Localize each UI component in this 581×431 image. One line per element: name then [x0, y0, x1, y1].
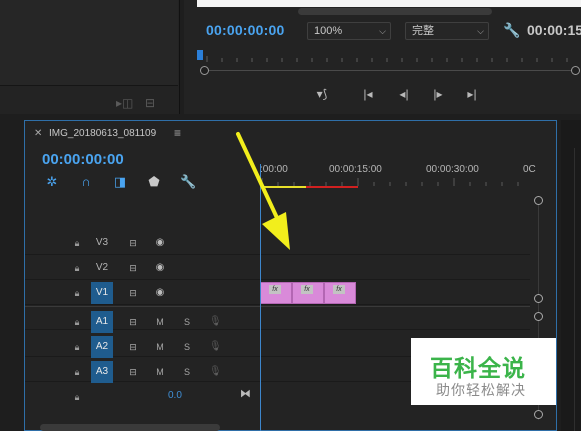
timeline-horizontal-scrollbar[interactable]	[40, 424, 220, 431]
program-video-preview	[197, 0, 581, 7]
sequence-duration: 00:00:15	[527, 22, 581, 38]
fx-badge: fx	[333, 285, 345, 294]
video-clip[interactable]: fx	[292, 282, 324, 304]
watermark-subtitle: 助你轻松解决	[436, 382, 526, 398]
film-icon[interactable]: ⊟	[126, 317, 140, 327]
expand-tracks-icon[interactable]: ⧓	[240, 387, 251, 400]
track-target-a3[interactable]: A3	[91, 361, 113, 383]
lock-icon[interactable]: 🔒︎	[72, 263, 82, 273]
chevron-down-icon: ⌵	[379, 26, 386, 36]
watermark-title: 百科全说	[430, 355, 526, 381]
eye-icon[interactable]: ◉	[154, 288, 166, 298]
step-forward-icon[interactable]: |▸	[429, 86, 447, 102]
panel-menu-icon[interactable]: ≡	[174, 126, 181, 140]
track-target-a2[interactable]: A2	[91, 336, 113, 358]
master-volume-value[interactable]: 0.0	[168, 390, 182, 401]
monitor-zoom-right-handle[interactable]	[571, 66, 580, 75]
monitor-zoom-scrollbar[interactable]	[298, 8, 492, 15]
solo-a1-button[interactable]: S	[182, 317, 192, 327]
monitor-time-ruler[interactable]	[197, 48, 581, 66]
zoom-select[interactable]: 100% ⌵	[307, 22, 391, 40]
track-target-v3[interactable]: V3	[91, 232, 113, 254]
lock-icon[interactable]: 🔒︎	[72, 317, 82, 327]
project-panel-content	[0, 0, 178, 86]
link-icon[interactable]: ◨	[112, 174, 128, 190]
film-icon[interactable]: ⊟	[126, 342, 140, 352]
zoom-select-value: 100%	[314, 25, 343, 37]
video-clip[interactable]: fx	[260, 282, 292, 304]
timeline-settings-wrench-icon[interactable]: 🔧	[180, 174, 196, 190]
track-target-v1[interactable]: V1	[91, 282, 113, 304]
lock-icon[interactable]: 🔒︎	[72, 342, 82, 352]
film-icon[interactable]: ⊟	[126, 263, 140, 273]
fx-badge: fx	[269, 285, 281, 294]
new-item-icon[interactable]: ⊟	[142, 96, 158, 110]
microphone-icon[interactable]: 🎙︎	[209, 341, 222, 353]
mute-a2-button[interactable]: M	[155, 342, 165, 352]
ruler-label-15: 00:00:15:00	[329, 164, 382, 175]
video-clip[interactable]: fx	[324, 282, 356, 304]
close-sequence-tab-icon[interactable]: ✕	[34, 128, 42, 139]
lock-icon[interactable]: 🔒︎	[72, 288, 82, 298]
timeline-ruler-ticks[interactable]	[261, 176, 531, 186]
monitor-zoom-track	[204, 70, 576, 71]
eye-icon[interactable]: ◉	[154, 238, 166, 248]
program-timecode[interactable]: 00:00:00:00	[206, 22, 284, 38]
solo-a2-button[interactable]: S	[182, 342, 192, 352]
monitor-playhead[interactable]	[197, 50, 203, 60]
monitor-settings-wrench-icon[interactable]: 🔧	[503, 22, 520, 39]
microphone-icon[interactable]: 🎙︎	[209, 366, 222, 378]
go-to-in-point-icon[interactable]: |◂	[359, 86, 377, 102]
chevron-down-icon: ⌵	[477, 26, 484, 36]
add-marker-icon[interactable]: ▾⟆	[313, 86, 331, 102]
work-area-bar[interactable]	[306, 186, 358, 188]
right-panel-divider	[574, 148, 581, 431]
quality-select-value: 完整	[412, 25, 434, 37]
sequence-tab-title[interactable]: IMG_20180613_081109	[49, 128, 156, 139]
eye-icon[interactable]: ◉	[154, 263, 166, 273]
playback-quality-select[interactable]: 完整 ⌵	[405, 22, 489, 40]
track-target-v2[interactable]: V2	[91, 257, 113, 279]
ruler-label-45: 0C	[523, 164, 536, 175]
annotation-arrow	[236, 132, 290, 250]
lock-icon[interactable]: 🔒︎	[72, 392, 82, 402]
mute-a3-button[interactable]: M	[155, 367, 165, 377]
fx-badge: fx	[301, 285, 313, 294]
track-target-a1[interactable]: A1	[91, 311, 113, 333]
film-icon[interactable]: ⊟	[126, 238, 140, 248]
audio-scroll-top-handle[interactable]	[534, 312, 543, 321]
solo-a3-button[interactable]: S	[182, 367, 192, 377]
lock-icon[interactable]: 🔒︎	[72, 238, 82, 248]
timeline-timecode[interactable]: 00:00:00:00	[42, 151, 124, 168]
lock-icon[interactable]: 🔒︎	[72, 367, 82, 377]
list-view-icon[interactable]: ▸◫	[116, 96, 133, 110]
microphone-icon[interactable]: 🎙︎	[209, 316, 222, 328]
monitor-zoom-left-handle[interactable]	[200, 66, 209, 75]
ruler-label-30: 00:00:30:00	[426, 164, 479, 175]
mute-a1-button[interactable]: M	[155, 317, 165, 327]
ripple-icon[interactable]: ✲	[45, 174, 59, 190]
video-scroll-bottom-handle[interactable]	[534, 294, 543, 303]
go-to-out-point-icon[interactable]: ▸|	[463, 86, 481, 102]
video-scroll-top-handle[interactable]	[534, 196, 543, 205]
film-icon[interactable]: ⊟	[126, 367, 140, 377]
film-icon[interactable]: ⊟	[126, 288, 140, 298]
magnet-icon[interactable]: ∩	[79, 174, 93, 190]
marker-icon[interactable]: ⬟	[148, 174, 160, 190]
audio-scroll-bottom-handle[interactable]	[534, 410, 543, 419]
step-back-icon[interactable]: ◂|	[395, 86, 413, 102]
